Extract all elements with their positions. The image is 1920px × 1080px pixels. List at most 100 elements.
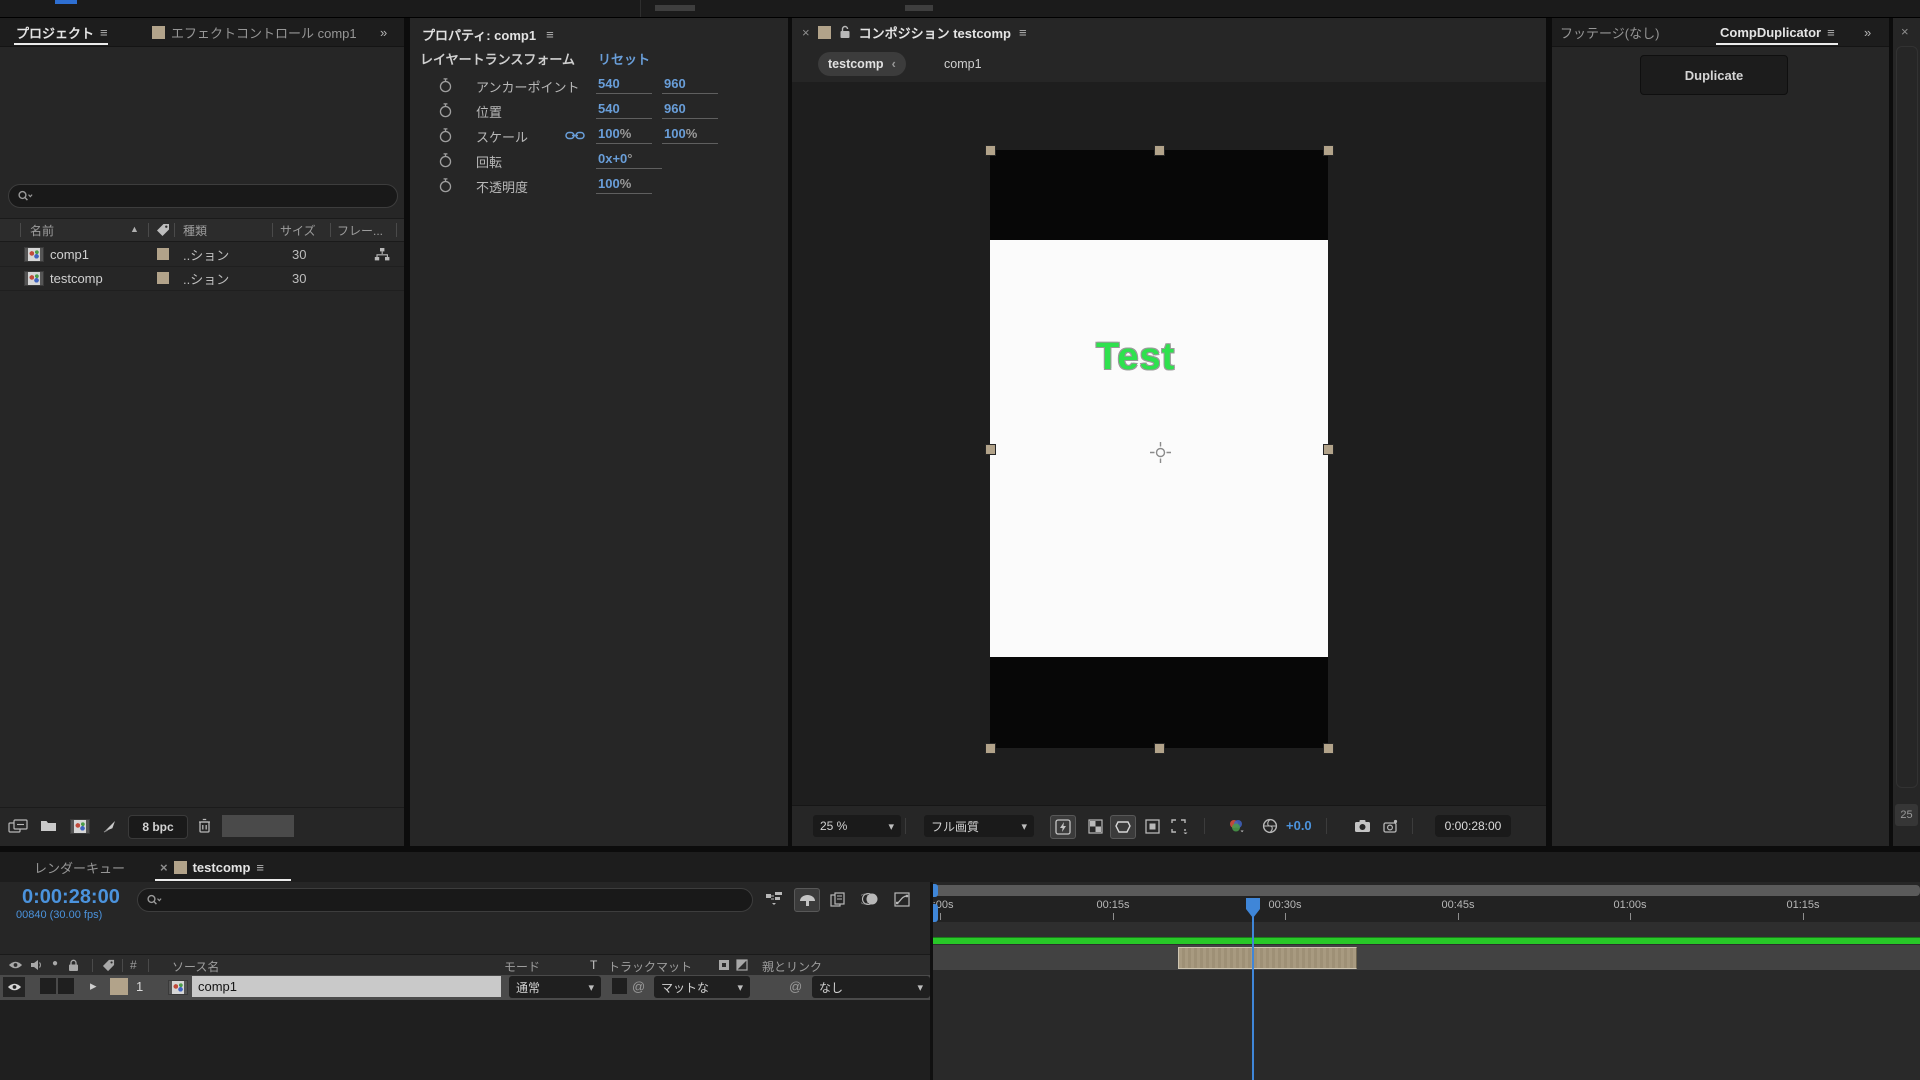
audio-column-speaker-icon[interactable] [30,959,42,971]
new-folder-icon[interactable] [40,819,57,832]
layer-label-swatch[interactable] [110,978,128,995]
item-name[interactable]: testcomp [50,271,103,286]
close-tab-icon[interactable] [160,860,168,875]
lock-column-icon[interactable] [68,959,79,972]
track-empty-area[interactable] [933,970,1920,1080]
composition-viewer[interactable]: Test [792,82,1546,806]
bit-depth-button[interactable]: 8 bpc [128,815,188,839]
frame-blending-icon[interactable] [826,888,850,910]
item-name[interactable]: comp1 [50,247,89,262]
project-row-comp1[interactable]: comp1 ..ション 30 [0,242,404,267]
exposure-reset-icon[interactable] [1258,815,1282,837]
mask-visibility-icon[interactable] [1110,815,1136,839]
unlock-icon[interactable] [839,25,851,39]
reset-link[interactable]: リセット [598,49,650,68]
stopwatch-icon[interactable] [438,128,453,143]
breadcrumb-parent[interactable]: comp1 [944,57,982,71]
source-name-column[interactable]: ソース名 [172,958,219,975]
track-matte-dropdown[interactable]: マットな [654,976,750,998]
tab-compduplicator[interactable]: CompDuplicator [1720,18,1835,46]
guides-options-icon[interactable] [1140,815,1164,837]
label-color-swatch[interactable] [152,26,165,39]
transparency-grid-icon[interactable] [1083,815,1107,837]
tab-footage[interactable]: フッテージ(なし) [1560,18,1659,46]
magnification-dropdown[interactable]: 25 % [813,815,901,837]
footer-drag-area[interactable] [222,815,294,837]
selection-handle[interactable] [1323,145,1334,156]
exposure-value[interactable]: +0.0 [1286,818,1312,833]
layer-row-comp1[interactable]: ▸ 1 comp1 通常 @ マットな @ なし [0,975,930,1001]
preserve-transparency-toggle[interactable] [612,978,627,994]
parent-link-column[interactable]: 親とリンク [762,958,822,975]
selection-handle[interactable] [1154,743,1165,754]
layer-lock-toggle[interactable] [58,978,74,994]
property-value-x[interactable]: 540 [596,101,652,119]
label-color-swatch[interactable] [157,248,169,260]
close-panel-icon[interactable] [1901,24,1909,39]
label-column-tag-icon[interactable] [102,959,115,972]
panel-menu-icon[interactable] [256,860,264,875]
column-name[interactable]: 名前 [30,222,54,239]
panel-overflow-button[interactable] [380,18,387,46]
layer-list-empty-area[interactable] [0,1000,930,1080]
label-color-swatch[interactable] [157,272,169,284]
new-composition-icon[interactable] [70,819,90,834]
column-type[interactable]: 種類 [183,222,207,239]
label-column-tag-icon[interactable] [156,223,170,237]
interpret-footage-icon[interactable] [8,819,28,833]
layer-duration-bar[interactable] [1178,947,1357,969]
property-value-y[interactable]: 960 [662,101,718,119]
label-color-swatch[interactable] [818,26,831,39]
stopwatch-icon[interactable] [438,103,453,118]
composition-canvas[interactable]: Test [990,150,1328,748]
motion-blur-icon[interactable] [858,888,882,910]
property-value-y[interactable]: 100% [662,126,718,144]
selection-handle[interactable] [985,743,996,754]
stopwatch-icon[interactable] [438,178,453,193]
layer-visibility-toggle[interactable] [3,977,25,997]
property-value-y[interactable]: 960 [662,76,718,94]
time-ruler[interactable]: 0:00s 00:15s 00:30s 00:45s 01:00s 01:15s [933,896,1920,923]
panel-menu-icon[interactable] [1827,25,1835,40]
composition-mini-flowchart-icon[interactable] [762,888,786,910]
trash-icon[interactable] [198,818,211,833]
panel-menu-icon[interactable] [546,27,554,42]
resolution-dropdown[interactable]: フル画質 [924,815,1034,837]
work-area-bar[interactable] [933,885,1920,896]
label-color-swatch[interactable] [174,861,187,874]
timeline-search-input[interactable] [137,888,753,912]
property-value[interactable]: 100% [596,176,652,194]
close-panel-icon[interactable] [802,25,810,40]
canvas-text-layer[interactable]: Test [1096,336,1175,379]
graph-editor-icon[interactable] [890,888,914,910]
breadcrumb-current[interactable]: testcomp ‹ [818,52,906,76]
mode-column[interactable]: モード [504,958,540,975]
anchor-point-crosshair[interactable] [1150,442,1171,463]
parent-pickwhip-icon[interactable]: @ [789,979,802,994]
channels-icon[interactable] [1224,815,1248,837]
blend-mode-dropdown[interactable]: 通常 [509,976,601,998]
region-of-interest-icon[interactable] [1168,815,1192,837]
link-dimensions-icon[interactable] [565,130,585,141]
transform-group-label[interactable]: レイヤートランスフォーム [420,52,575,67]
comp-start-handle[interactable] [933,904,938,922]
matte-toggle-icon[interactable] [718,959,731,971]
column-frame-rate[interactable]: フレー... [337,222,383,239]
track-matte-column[interactable]: トラックマット [608,958,692,975]
show-snapshot-icon[interactable] [1378,815,1402,837]
fast-previews-icon[interactable] [1050,815,1076,839]
snapshot-camera-icon[interactable] [1350,815,1374,837]
selection-handle[interactable] [985,145,996,156]
preview-time-display[interactable]: 0:00:28:00 [1435,815,1511,837]
selection-handle[interactable] [1323,444,1334,455]
panel-overflow-button[interactable] [1864,18,1871,46]
property-value-x[interactable]: 100% [596,126,652,144]
stopwatch-icon[interactable] [438,78,453,93]
matte-pickwhip-icon[interactable]: @ [632,979,645,994]
tab-timeline-testcomp[interactable]: testcomp [160,852,264,882]
panel-menu-icon[interactable] [1019,25,1027,40]
tab-render-queue[interactable]: レンダーキュー [34,852,125,882]
property-value-x[interactable]: 540 [596,76,652,94]
tab-project[interactable]: プロジェクト [16,18,108,46]
shy-layers-icon[interactable] [794,888,820,912]
